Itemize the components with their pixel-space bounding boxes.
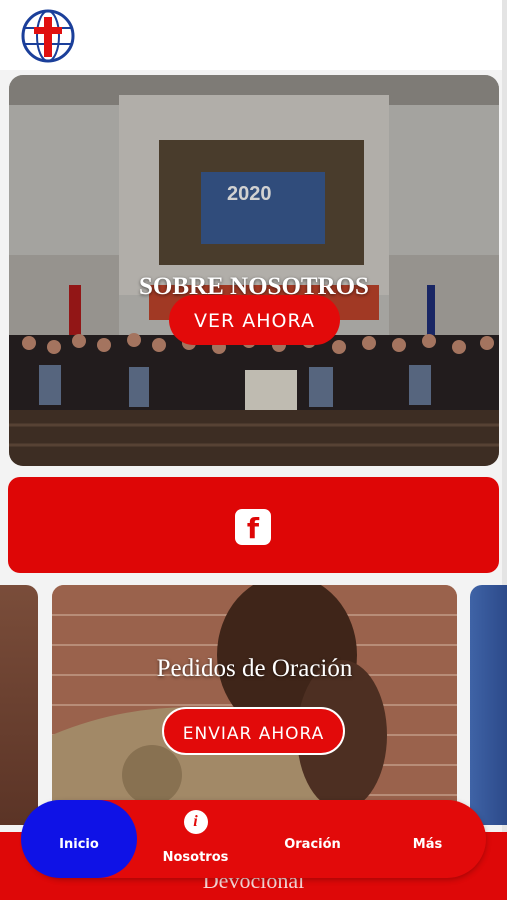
top-bar <box>0 0 502 70</box>
view-now-button[interactable]: VER AHORA <box>169 295 340 345</box>
nav-item-inicio[interactable]: Inicio <box>25 800 133 878</box>
send-now-button[interactable]: ENVIAR AHORA <box>162 707 345 755</box>
church-congregation-photo: 2020 <box>9 75 499 466</box>
nav-item-nosotros[interactable]: i Nosotros <box>138 800 253 878</box>
facebook-glyph: f <box>246 512 260 545</box>
next-card[interactable] <box>470 585 507 825</box>
previous-card[interactable] <box>0 585 38 825</box>
facebook-card[interactable]: f <box>8 477 499 573</box>
nav-item-oracion[interactable]: Oración <box>255 800 370 878</box>
nav-oracion-label: Oración <box>284 837 341 852</box>
prayer-requests-card[interactable]: Pedidos de Oración ENVIAR AHORA <box>52 585 457 825</box>
nav-mas-label: Más <box>412 837 443 852</box>
feature-carousel[interactable]: Pedidos de Oración ENVIAR AHORA <box>0 585 507 825</box>
nav-item-mas[interactable]: Más <box>370 800 485 878</box>
prayer-requests-title: Pedidos de Oración <box>156 655 353 682</box>
about-us-card[interactable]: 2020 SOBRE NOSOTROS Conocer más VER AHOR… <box>9 75 499 466</box>
church-logo-icon[interactable] <box>20 8 76 64</box>
bottom-navigation: Inicio i Nosotros Oración Más <box>21 800 486 878</box>
nav-inicio-label: Inicio <box>59 837 99 852</box>
facebook-icon[interactable]: f <box>235 509 271 545</box>
praying-man-photo <box>52 585 457 825</box>
nav-nosotros-label: Nosotros <box>162 850 229 865</box>
info-icon: i <box>183 810 208 834</box>
